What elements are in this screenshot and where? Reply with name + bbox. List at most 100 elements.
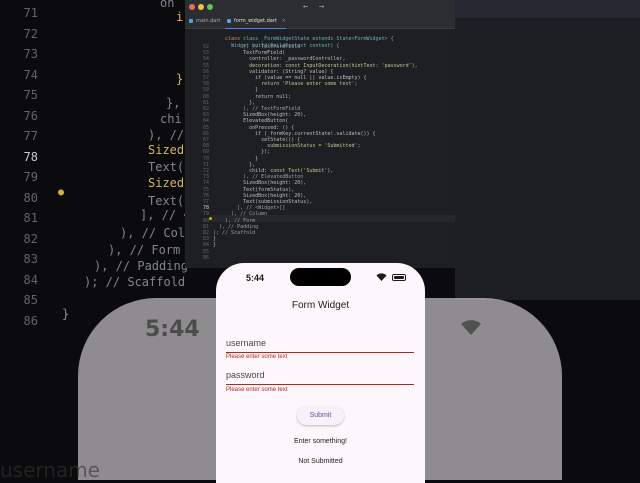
wifi-icon	[461, 320, 481, 335]
password-input[interactable]	[226, 366, 414, 384]
tab-form-widget-dart[interactable]: form_widget.dart ×	[225, 14, 286, 29]
status-bar-time: 5:44	[246, 273, 265, 283]
editor-line-number: 55	[202, 62, 209, 69]
dynamic-island	[290, 268, 351, 286]
editor-line-number: 68	[202, 143, 209, 150]
editor-line-number: 52	[202, 44, 209, 50]
editor-line-number: 85	[202, 248, 209, 255]
background-code-fragment: ); // Scaffold	[84, 275, 186, 289]
code-line: SizedBox(height: 20),	[213, 192, 307, 199]
code-line: return 'Please enter some text';	[213, 81, 358, 88]
editor-line-number: 76	[202, 192, 209, 199]
code-line: if (_formKey.currentState!.validate()) {	[213, 130, 376, 137]
tab-main-dart[interactable]: main.dart	[187, 14, 220, 28]
forward-arrow-icon[interactable]: →	[319, 2, 324, 12]
code-line: ElevatedButton(	[213, 118, 289, 125]
background-code-fragment: ), // Col	[120, 226, 186, 240]
line-number: 83	[23, 252, 38, 266]
background-panel	[455, 0, 640, 300]
wifi-icon	[376, 273, 387, 281]
line-number: 75	[23, 88, 38, 102]
close-tab-icon[interactable]: ×	[281, 18, 285, 24]
line-number: 76	[23, 108, 38, 123]
tab-label: form_widget.dart	[234, 18, 277, 24]
line-number: 77	[23, 129, 38, 143]
code-line: controller: _passwordController,	[213, 56, 346, 63]
username-error: Please enter some text	[226, 354, 288, 360]
editor-line-number: 54	[202, 56, 209, 63]
editor-line-number: 64	[202, 118, 209, 125]
code-line: ), // TextFormField	[213, 44, 301, 50]
background-code-fragment: ), // Padding	[94, 259, 188, 273]
background-username: username	[0, 458, 100, 480]
code-line: TextFormField(	[213, 50, 286, 57]
maximize-window-button[interactable]	[207, 4, 213, 10]
code-line: },	[213, 161, 256, 168]
code-line: setState(() {	[213, 137, 301, 143]
code-line: ), // Column	[213, 211, 268, 218]
password-field[interactable]	[226, 366, 414, 385]
code-line: },	[213, 99, 256, 106]
code-editor: ← → main.dart form_widget.dart × class c…	[185, 0, 455, 268]
code-line: validator: (String? value) {	[213, 68, 334, 75]
editor-line-number: 65	[202, 124, 209, 131]
close-window-button[interactable]	[189, 4, 195, 10]
line-number: 84	[23, 272, 38, 287]
editor-line-number: 82	[202, 230, 209, 236]
lightbulb-icon[interactable]: ●	[209, 216, 212, 222]
code-line: });	[213, 149, 271, 156]
background-phone-time: 5:44	[145, 317, 200, 342]
editor-line-number: 84	[202, 242, 209, 249]
code-line: SizedBox(height: 20),	[213, 180, 307, 187]
form-status-text: Enter something!	[294, 438, 347, 445]
line-number: 73	[23, 47, 38, 61]
editor-titlebar: ← →	[185, 0, 455, 14]
password-error: Please enter some text	[226, 387, 288, 393]
line-number: 81	[23, 211, 38, 225]
minimize-window-button[interactable]	[198, 4, 204, 10]
submit-button[interactable]: Submit	[297, 406, 344, 425]
code-line: Text(submissionStatus),	[213, 199, 313, 205]
code-line: ], // <Widget>[]	[213, 205, 286, 212]
line-number: 72	[23, 26, 38, 41]
username-input[interactable]	[226, 334, 414, 352]
code-line: }	[213, 87, 259, 94]
code-line: SizedBox(height: 20),	[213, 112, 307, 119]
editor-line-number: 59	[202, 87, 209, 94]
code-line: decoration: const InputDecoration(hintTe…	[213, 62, 418, 69]
line-number: 78	[23, 149, 38, 164]
editor-line-number: 63	[202, 112, 209, 119]
background-gutter: 71 72 73 74 75 76 77 78 79 80 81 82 83 84 85 86	[0, 0, 70, 340]
code-line: ), // Form	[213, 217, 256, 224]
background-code-fragment: },	[166, 96, 181, 110]
code-line: }	[213, 155, 259, 162]
editor-line-number: 72	[202, 168, 209, 174]
code-line: ), // TextFormField	[213, 106, 301, 112]
editor-line-number: 60	[202, 93, 209, 100]
editor-line-number: 61	[202, 99, 209, 106]
code-line: ), // Padding	[213, 223, 259, 230]
editor-line-number: 69	[202, 149, 209, 156]
editor-line-number: 66	[202, 130, 209, 137]
dart-file-icon	[227, 19, 231, 23]
dart-file-icon	[189, 19, 193, 23]
editor-line-number: 58	[202, 81, 209, 88]
editor-line-number: 57	[202, 75, 209, 81]
editor-line-number: 62	[202, 106, 209, 112]
line-number: 80	[23, 190, 38, 205]
app-bar-title: Form Widget	[291, 300, 350, 311]
back-arrow-icon[interactable]: ←	[303, 2, 308, 12]
editor-line-number: 81	[202, 223, 209, 230]
tab-label: main.dart	[196, 18, 221, 24]
code-line: Text(formStatus),	[213, 186, 295, 193]
line-number: 85	[23, 293, 38, 307]
username-field[interactable]	[226, 334, 414, 353]
background-code-fragment: i	[176, 10, 184, 24]
editor-line-number: 80	[202, 217, 209, 224]
code-line: child: const Text('Submit'),	[213, 168, 334, 174]
background-code-fragment: Text(	[148, 160, 185, 174]
editor-line-number: 67	[202, 137, 209, 143]
editor-line-number: 75	[202, 186, 209, 193]
background-code-fragment: }	[62, 307, 70, 321]
code-line: }	[213, 236, 217, 243]
